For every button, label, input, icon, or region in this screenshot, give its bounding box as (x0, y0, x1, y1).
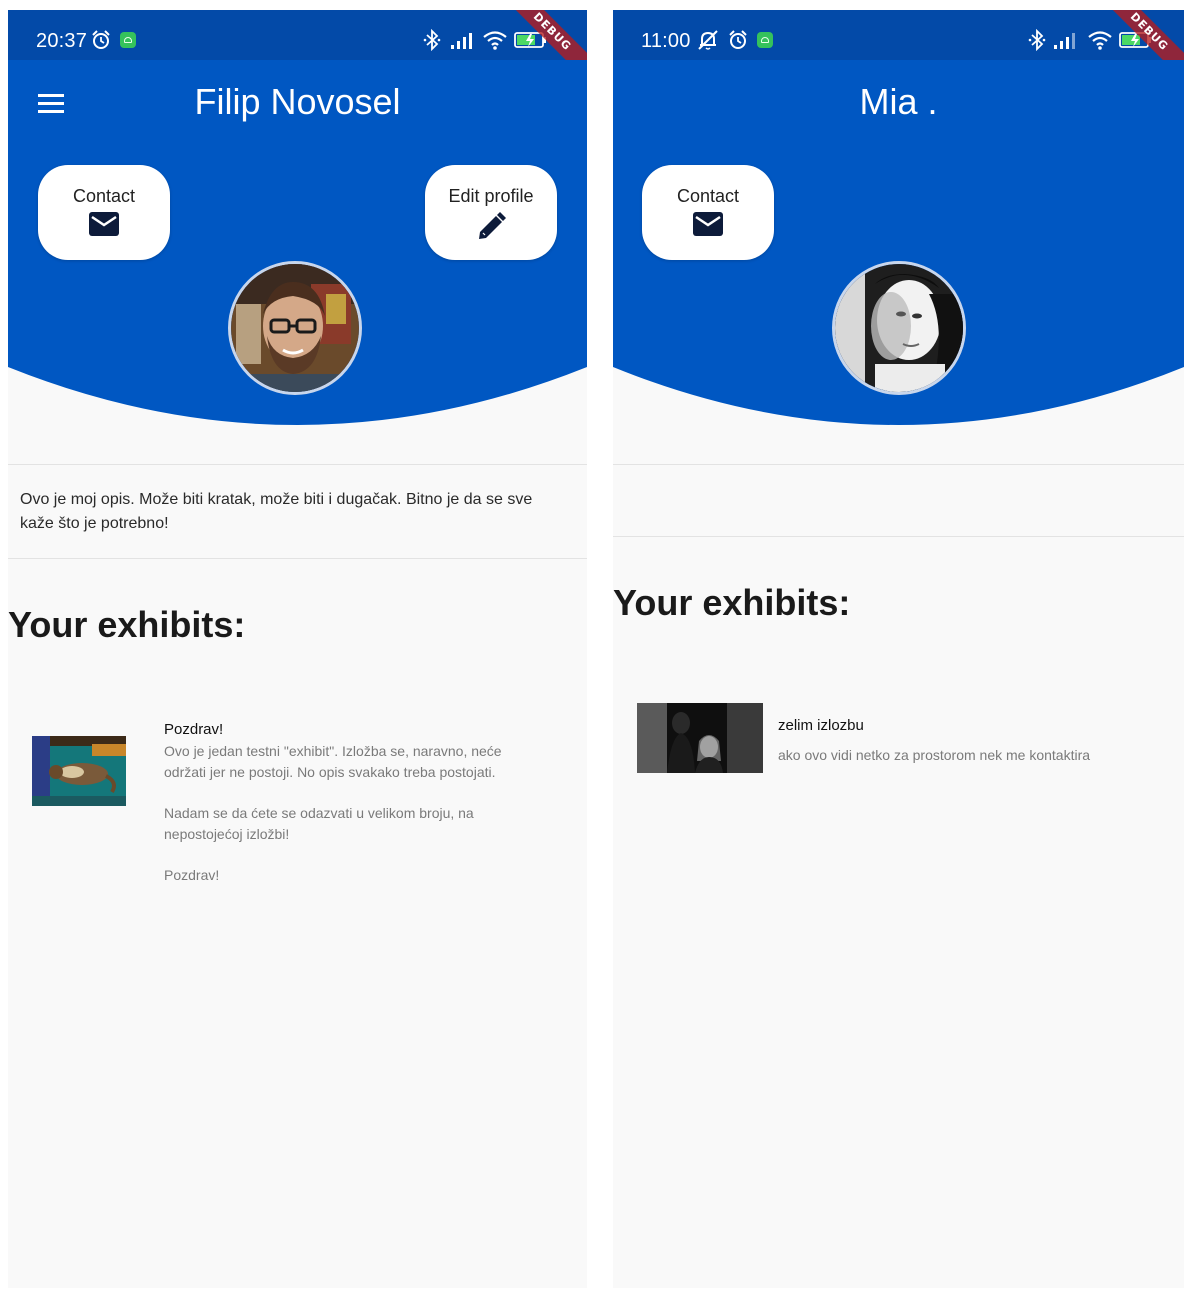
exhibit-photo-cat (32, 736, 126, 806)
contact-label: Contact (676, 186, 740, 206)
alarm-icon (92, 30, 110, 49)
avatar-photo-woman (835, 264, 963, 392)
muted-bell-icon (698, 30, 718, 50)
signal-icon (451, 33, 472, 49)
exhibit-desc-paragraph: Nadam se da ćete se odazvati u velikom b… (164, 805, 474, 842)
exhibit-description: ako ovo vidi netko za prostorom nek me k… (778, 747, 1091, 763)
wifi-icon (1088, 31, 1112, 50)
edit-profile-label: Edit profile (448, 186, 534, 206)
divider (613, 536, 1184, 537)
avatar[interactable] (228, 261, 362, 395)
android-badge-icon (757, 32, 773, 48)
wifi-icon (483, 31, 507, 50)
profile-name: Filip Novosel (194, 81, 401, 122)
profile-screen-mia: 11:00 DEBUG Mia . Contact Your exhibits:… (613, 10, 1184, 1288)
exhibit-title[interactable]: Pozdrav! (164, 720, 223, 740)
status-clock: 20:37 (36, 30, 88, 52)
avatar-photo-man (231, 264, 359, 392)
exhibit-desc-paragraph: Ovo je jedan testni "exhibit". Izložba s… (164, 743, 502, 780)
exhibit-title[interactable]: zelim izlozbu (778, 716, 864, 736)
status-bar: 11:00 DEBUG (613, 10, 1184, 93)
exhibit-thumbnail[interactable] (32, 736, 126, 806)
status-bar: 20:37 DEBUG (8, 10, 587, 93)
profile-screen-filip: 20:37 DEBUG Filip Novosel Contact Edit p… (8, 10, 587, 1288)
bluetooth-icon (423, 29, 441, 51)
alarm-icon (729, 30, 747, 49)
exhibits-section-title: Your exhibits: (613, 582, 851, 623)
exhibit-photo-portrait (637, 703, 763, 773)
bluetooth-icon (1028, 29, 1046, 51)
exhibit-description: Ovo je jedan testni "exhibit". Izložba s… (164, 741, 544, 886)
mail-icon (89, 212, 119, 236)
mail-icon (693, 212, 723, 236)
avatar[interactable] (832, 261, 966, 395)
contact-label: Contact (72, 186, 136, 206)
profile-name: Mia . (859, 81, 938, 122)
exhibits-section-title: Your exhibits: (8, 604, 246, 645)
contact-button[interactable]: Contact (642, 165, 774, 260)
divider (613, 464, 1184, 465)
android-badge-icon (120, 32, 136, 48)
divider (8, 464, 587, 465)
pencil-icon (479, 212, 506, 239)
profile-bio: Ovo je moj opis. Može biti kratak, može … (20, 491, 533, 532)
edit-profile-button[interactable]: Edit profile (425, 165, 557, 260)
exhibit-desc-paragraph: Pozdrav! (164, 867, 220, 883)
divider (8, 558, 587, 559)
exhibit-thumbnail[interactable] (637, 703, 763, 773)
contact-button[interactable]: Contact (38, 165, 170, 260)
signal-icon (1054, 33, 1075, 49)
status-clock: 11:00 (641, 30, 691, 52)
